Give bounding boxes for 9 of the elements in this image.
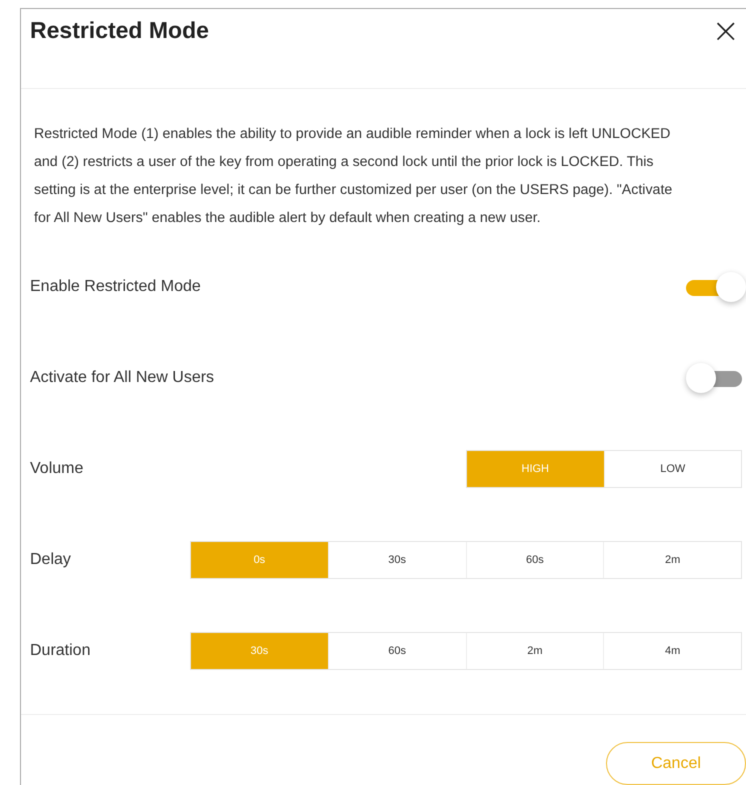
setting-label: Duration [30, 642, 90, 660]
description-text: Restricted Mode (1) enables the ability to provide an audible reminder when a lock is left UNLOCKED and (2) restricts a user of the key from operating a second lock until the prior lock is LOCKED. This setting is at the enterprise level; it can be further customized per user (on the USERS page). "Activate for All New Users" enables the audible alert by default when creating a new user. [34, 124, 674, 228]
close-button[interactable]: × [708, 17, 744, 45]
dialog-title: Restricted Mode [30, 17, 209, 44]
toggle-switch[interactable] [686, 365, 742, 392]
setting-label: Volume [30, 460, 84, 478]
setting-label: Activate for All New Users [30, 369, 214, 388]
setting-label: Enable Restricted Mode [30, 278, 201, 296]
setting-label: Delay [30, 551, 71, 570]
